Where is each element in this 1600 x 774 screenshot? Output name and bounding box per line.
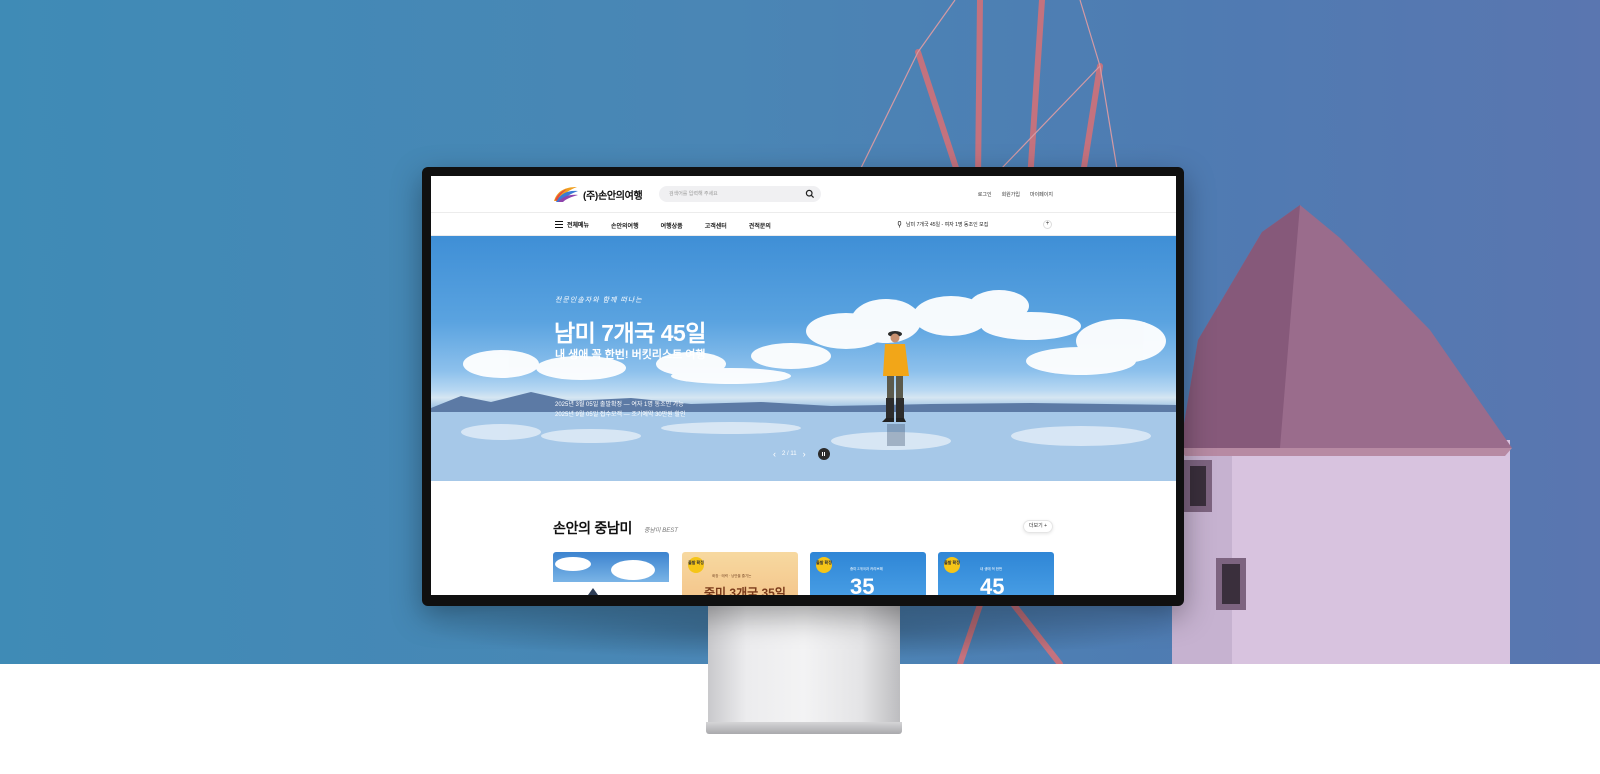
hero-banner[interactable]: 전문인솔자와 함께 떠나는 남미 7개국 45일 내 생애 꼭 한번! 버킷리스… bbox=[431, 236, 1176, 481]
card-2-headline: 중미 3개국 35일 bbox=[704, 586, 786, 595]
hero-info-line-2: 2025년 9월 05일 접수모객 — 조기예약 30만원 할인 bbox=[555, 412, 686, 418]
card-4-number: 45 bbox=[980, 574, 1005, 595]
pause-button[interactable] bbox=[817, 448, 830, 460]
all-menu-label: 전체메뉴 bbox=[567, 223, 590, 229]
chevron-left-icon[interactable]: ‹ bbox=[773, 449, 776, 459]
more-button[interactable]: 더보기 + bbox=[1023, 520, 1053, 533]
search-input[interactable]: 검색어를 입력해 주세요 bbox=[659, 186, 821, 202]
notice-text: 남미 7개국 45일 - 여자 1명 동조인 모집 bbox=[906, 222, 989, 228]
chevron-right-icon[interactable]: › bbox=[803, 449, 806, 459]
hero-subtitle: 내 생애 꼭 한번! 버킷리스트 여행 bbox=[555, 349, 706, 361]
search-icon[interactable] bbox=[805, 189, 815, 199]
card-2-caption: 화창 · 매력 · 낭만을 즐기는 bbox=[712, 574, 752, 578]
website-screen: (주)손안의여행 검색어를 입력해 주세요 로그인 회원가입 마이페이지 전체메… bbox=[431, 176, 1176, 595]
product-card-4[interactable]: 출발 확정 내 생애 꼭 한번 45 bbox=[938, 552, 1054, 595]
hamburger-icon bbox=[555, 221, 563, 228]
product-card-1[interactable] bbox=[553, 552, 669, 595]
nav-item-products[interactable]: 여행상품 bbox=[661, 221, 683, 230]
card-1-photo bbox=[555, 557, 655, 595]
notice-more-button[interactable]: + bbox=[1043, 220, 1052, 229]
site-logo[interactable]: (주)손안의여행 bbox=[553, 185, 643, 203]
product-card-2[interactable]: 출발 확정 화창 · 매력 · 낭만을 즐기는 중미 3개국 35일 bbox=[682, 552, 798, 595]
nav-items: 손안의여행 여행상품 고객센터 견적문의 bbox=[611, 221, 771, 230]
card-3-caption: 중미 2개국과 카리브해 bbox=[850, 567, 883, 571]
hero-info-line-1: 2025년 3월 05일 출발확정 — 여자 1명 동조인 가능 bbox=[555, 402, 684, 408]
salt-flat-scenery bbox=[431, 290, 1176, 481]
scene: (주)손안의여행 검색어를 입력해 주세요 로그인 회원가입 마이페이지 전체메… bbox=[0, 0, 1600, 774]
logo-text: (주)손안의여행 bbox=[583, 190, 643, 202]
all-menu-button[interactable]: 전체메뉴 bbox=[555, 220, 589, 229]
confirmed-badge: 출발 확정 bbox=[816, 557, 832, 573]
monitor-stand bbox=[708, 600, 900, 732]
nav-item-quote[interactable]: 견적문의 bbox=[749, 221, 771, 230]
hero-script-text: 전문인솔자와 함께 떠나는 bbox=[555, 297, 643, 304]
nav-item-support[interactable]: 고객센터 bbox=[705, 221, 727, 230]
confirmed-badge: 출발 확정 bbox=[688, 557, 704, 573]
confirmed-badge: 출발 확정 bbox=[944, 557, 960, 573]
notice-ticker[interactable]: 남미 7개국 45일 - 여자 1명 동조인 모집 bbox=[897, 221, 988, 228]
hero-pager: ‹ 2 / 11 › bbox=[773, 448, 830, 460]
signup-link[interactable]: 회원가입 bbox=[1002, 191, 1020, 198]
main-nav: 전체메뉴 손안의여행 여행상품 고객센터 견적문의 남미 7개국 45일 - 여… bbox=[431, 212, 1176, 236]
wing-logo-icon bbox=[554, 187, 578, 202]
pager-count: 2 / 11 bbox=[782, 451, 797, 457]
utility-links: 로그인 회원가입 마이페이지 bbox=[978, 191, 1053, 198]
section-title: 손안의 중남미 bbox=[553, 520, 633, 536]
search-placeholder: 검색어를 입력해 주세요 bbox=[669, 191, 718, 197]
card-4-caption: 내 생애 꼭 한번 bbox=[980, 567, 1003, 571]
monitor-stand-base bbox=[706, 722, 902, 734]
section-subtitle: 중남미 BEST bbox=[644, 528, 678, 534]
card-3-number: 35 bbox=[850, 574, 875, 595]
nav-item-about[interactable]: 손안의여행 bbox=[611, 221, 639, 230]
hero-title: 남미 7개국 45일 bbox=[554, 320, 706, 346]
product-card-3[interactable]: 출발 확정 중미 2개국과 카리브해 35 bbox=[810, 552, 926, 595]
site-header: (주)손안의여행 검색어를 입력해 주세요 로그인 회원가입 마이페이지 bbox=[431, 176, 1176, 212]
login-link[interactable]: 로그인 bbox=[978, 191, 992, 198]
mypage-link[interactable]: 마이페이지 bbox=[1030, 191, 1053, 198]
microphone-icon bbox=[897, 221, 902, 228]
